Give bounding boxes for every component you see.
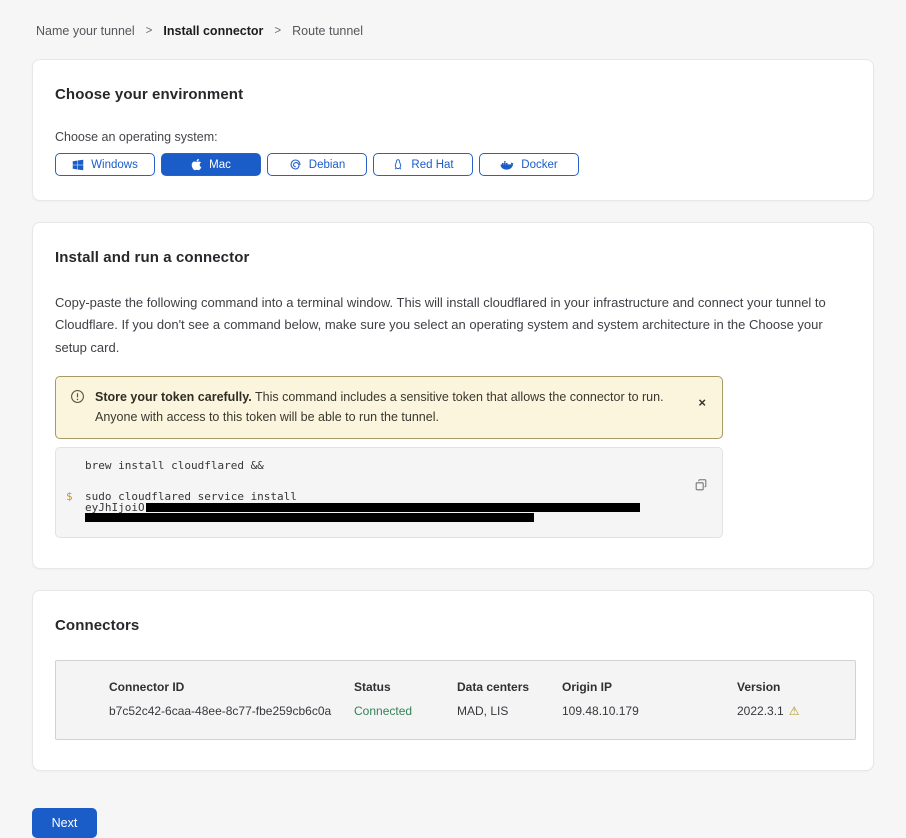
install-connector-card: Install and run a connector Copy-paste t… [32, 222, 874, 569]
breadcrumb-separator: > [274, 25, 281, 37]
choose-environment-title: Choose your environment [55, 86, 851, 103]
os-button-docker[interactable]: Docker [479, 153, 579, 176]
token-warning-title: Store your token carefully. [95, 390, 252, 404]
tunnel-setup-page: Name your tunnel > Install connector > R… [0, 0, 906, 740]
token-prefix: eyJhIjoiO [85, 503, 145, 514]
choose-environment-card: Choose your environment Choose an operat… [32, 59, 874, 201]
breadcrumb-step-route-tunnel[interactable]: Route tunnel [292, 24, 363, 38]
terminal-line-brew: brew install cloudflared && [85, 461, 264, 472]
os-button-debian[interactable]: Debian [267, 153, 367, 176]
os-button-redhat[interactable]: Red Hat [373, 153, 473, 176]
install-instructions: Copy-paste the following command into a … [55, 292, 851, 359]
version-warning-icon[interactable]: ⚠ [789, 705, 800, 717]
windows-icon [72, 159, 84, 171]
breadcrumb-separator: > [146, 25, 153, 37]
breadcrumb: Name your tunnel > Install connector > R… [32, 0, 874, 38]
col-version: Version [737, 680, 855, 694]
docker-icon [500, 159, 514, 171]
status-badge: Connected [354, 704, 457, 718]
col-status: Status [354, 680, 457, 694]
os-button-label: Red Hat [411, 159, 453, 171]
version-value: 2022.3.1 ⚠ [737, 704, 855, 718]
connectors-title: Connectors [55, 617, 851, 634]
next-button[interactable]: Next [32, 808, 97, 838]
breadcrumb-step-install-connector[interactable]: Install connector [163, 24, 263, 38]
debian-icon [289, 158, 302, 171]
os-select-label: Choose an operating system: [55, 130, 851, 144]
redacted-token-bar [146, 503, 640, 512]
os-button-label: Mac [209, 159, 231, 171]
copy-icon[interactable] [692, 476, 710, 497]
terminal-command-block: brew install cloudflared && $sudo cloudf… [55, 447, 723, 538]
data-centers-value: MAD, LIS [457, 704, 562, 718]
col-connector-id: Connector ID [109, 680, 354, 694]
breadcrumb-step-name-your-tunnel[interactable]: Name your tunnel [36, 24, 135, 38]
connectors-card: Connectors Connector ID Status Data cent… [32, 590, 874, 771]
token-warning-banner: Store your token carefully. This command… [55, 376, 723, 439]
close-icon[interactable]: × [698, 387, 710, 409]
connector-id-value: b7c52c42-6caa-48ee-8c77-fbe259cb6c0a [109, 704, 354, 718]
os-button-label: Debian [309, 159, 345, 171]
redhat-icon [392, 158, 404, 171]
alert-circle-icon [70, 389, 85, 409]
version-number: 2022.3.1 [737, 704, 784, 718]
token-warning-text: Store your token carefully. This command… [95, 387, 698, 428]
os-button-group: Windows Mac Debian Red Hat [55, 153, 851, 176]
col-data-centers: Data centers [457, 680, 562, 694]
os-button-windows[interactable]: Windows [55, 153, 155, 176]
connectors-table-header: Connector ID Status Data centers Origin … [109, 680, 855, 694]
apple-icon [191, 158, 202, 171]
connectors-table: Connector ID Status Data centers Origin … [55, 660, 856, 740]
redacted-token-bar [85, 513, 534, 522]
os-button-label: Docker [521, 159, 557, 171]
origin-ip-value: 109.48.10.179 [562, 704, 737, 718]
col-origin-ip: Origin IP [562, 680, 737, 694]
terminal-prompt: $ [64, 492, 85, 503]
os-button-mac[interactable]: Mac [161, 153, 261, 176]
table-row: b7c52c42-6caa-48ee-8c77-fbe259cb6c0a Con… [109, 704, 855, 718]
install-connector-title: Install and run a connector [55, 249, 851, 266]
os-button-label: Windows [91, 159, 138, 171]
